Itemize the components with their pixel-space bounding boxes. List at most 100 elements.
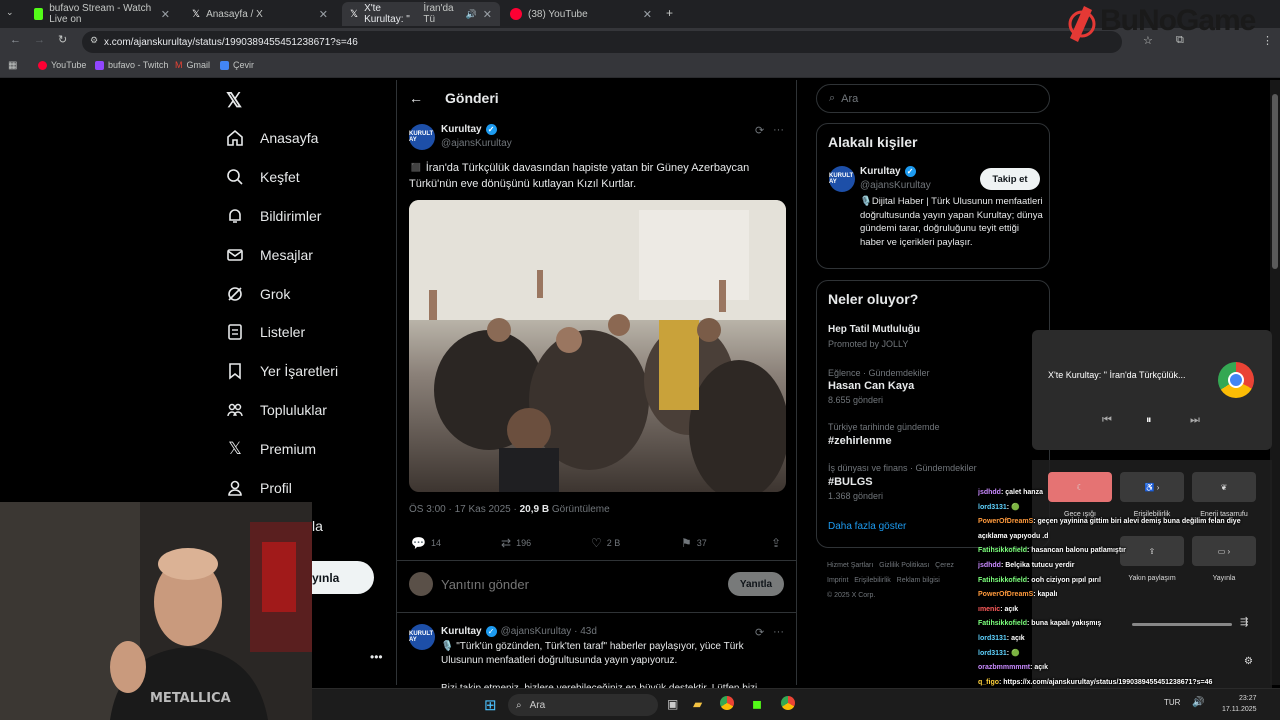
svg-text:METALLICA: METALLICA xyxy=(150,691,231,706)
chat-username[interactable]: PowerOfDreamS xyxy=(978,518,1033,525)
grok-icon[interactable]: ⟳ xyxy=(755,124,764,137)
author-handle[interactable]: @ajansKurultay xyxy=(441,138,512,149)
chat-username[interactable]: PowerOfDreamS xyxy=(978,591,1033,598)
tab-list-icon[interactable]: ⌄ xyxy=(6,7,14,18)
chrome-icon[interactable] xyxy=(781,696,795,710)
reload-icon[interactable]: ↻ xyxy=(58,33,67,46)
footer-link[interactable]: Reklam bilgisi xyxy=(897,577,940,584)
new-tab-icon[interactable]: + xyxy=(666,6,673,20)
share-icon[interactable]: ⇪ xyxy=(771,536,781,550)
tab-anasayfa[interactable]: 𝕏 Anasayfa / X ✕ xyxy=(184,2,336,26)
author-name-row[interactable]: Kurultay ✓ xyxy=(860,166,916,177)
promo-name[interactable]: Hep Tatil Mutluluğu xyxy=(828,324,920,335)
language-indicator[interactable]: TUR xyxy=(1164,698,1180,707)
chat-text: : açık xyxy=(1000,605,1019,613)
speaker-icon[interactable]: 🔊 xyxy=(466,9,477,20)
footer-link[interactable]: Hizmet Şartları xyxy=(827,562,873,569)
nav-bookmarks[interactable]: Yer İşaretleri xyxy=(226,362,338,380)
bookmark-gmail[interactable]: M Gmail xyxy=(175,60,210,70)
tab-bufavo-stream[interactable]: bufavo Stream - Watch Live on ✕ xyxy=(26,2,178,26)
avatar[interactable]: KURULT AY xyxy=(409,624,435,650)
reply-button[interactable]: Yanıtla xyxy=(728,572,784,596)
back-icon[interactable]: ← xyxy=(10,34,21,46)
back-arrow-icon[interactable]: ← xyxy=(409,90,423,106)
forward-icon[interactable]: → xyxy=(34,34,45,46)
address-bar[interactable]: ⚙ x.com/ajanskurultay/status/19903894554… xyxy=(82,31,1122,53)
bookmark-action[interactable]: ⚑ 37 xyxy=(681,536,771,550)
post-button[interactable]: yınla xyxy=(312,561,374,594)
nav-profile[interactable]: Profil xyxy=(226,479,292,497)
close-icon[interactable]: ✕ xyxy=(643,8,652,21)
heart-icon: ♡ xyxy=(591,536,602,550)
close-icon[interactable]: ✕ xyxy=(319,8,328,21)
volume-icon[interactable]: 🔊 xyxy=(1192,697,1204,708)
pause-icon[interactable]: ⏸ xyxy=(1146,414,1152,427)
tab-kurultay[interactable]: 𝕏 X'te Kurultay: " İran'da Tü 🔊 ✕ xyxy=(342,2,500,26)
post-author[interactable]: Kurultay ✓ xyxy=(441,124,497,135)
avatar-text: KURULT AY xyxy=(409,131,434,143)
nav-communities[interactable]: Topluluklar xyxy=(226,401,327,419)
chat-username[interactable]: jsdhdd xyxy=(978,562,1001,569)
footer-link[interactable]: Çerez xyxy=(935,562,954,569)
search-input[interactable]: ⌕ Ara xyxy=(816,84,1050,113)
file-explorer-icon[interactable]: ▰ xyxy=(693,697,702,711)
nav-notifications[interactable]: Bildirimler xyxy=(226,207,321,225)
account-more-icon[interactable]: ••• xyxy=(370,650,383,664)
reply-input[interactable] xyxy=(441,574,691,594)
nav-messages[interactable]: Mesajlar xyxy=(226,246,313,264)
close-icon[interactable]: ✕ xyxy=(483,8,492,21)
nav-lists[interactable]: Listeler xyxy=(226,323,305,341)
nav-premium[interactable]: 𝕏 Premium xyxy=(226,439,316,458)
avatar[interactable]: KURULT AY xyxy=(829,166,855,192)
task-view-icon[interactable]: ▣ xyxy=(667,697,678,711)
more-icon[interactable]: ··· xyxy=(773,124,784,136)
follow-button[interactable]: Takip et xyxy=(980,168,1040,190)
post-author[interactable]: Kurultay ✓ @ajansKurultay · 43d xyxy=(441,626,597,637)
site-info-icon[interactable]: ⚙ xyxy=(90,35,98,46)
windows-start-icon[interactable]: ⊞ xyxy=(484,696,497,714)
chat-username[interactable]: lord3131 xyxy=(978,635,1007,642)
nav-home[interactable]: Anasayfa xyxy=(226,129,318,147)
chat-username[interactable]: Fatihsikkofield xyxy=(978,620,1027,627)
clock[interactable]: 23:27 17.11.2025 xyxy=(1222,693,1257,715)
app-icon[interactable]: ◼ xyxy=(752,697,762,711)
grok-icon[interactable]: ⟳ xyxy=(755,626,764,639)
trend-name[interactable]: #zehirlenme xyxy=(828,435,892,447)
like-action[interactable]: ♡ 2 B xyxy=(591,536,681,550)
chat-username[interactable]: q_figo xyxy=(978,679,999,686)
previous-track-icon[interactable]: ⏮ xyxy=(1102,414,1112,427)
post-image[interactable] xyxy=(409,200,786,492)
reply-action[interactable]: 💬 14 xyxy=(411,536,501,550)
chat-username[interactable]: Fatihsikkofield xyxy=(978,577,1027,584)
footer-copyright: © 2025 X Corp. xyxy=(827,592,876,599)
trend-name[interactable]: #BULGS xyxy=(828,476,873,488)
bookmark-translate[interactable]: Çevir xyxy=(220,60,254,70)
footer-link[interactable]: Imprint xyxy=(827,577,848,584)
chat-username[interactable]: orazbmmmmmt xyxy=(978,664,1030,671)
nav-more-partial[interactable]: la xyxy=(312,518,323,534)
trend-name[interactable]: Hasan Can Kaya xyxy=(828,380,914,392)
bookmark-youtube[interactable]: YouTube xyxy=(38,60,86,70)
chat-username[interactable]: Fatihsikkofield xyxy=(978,547,1027,554)
chat-username[interactable]: ımenic xyxy=(978,606,1000,613)
x-logo-icon[interactable]: 𝕏 xyxy=(226,88,242,113)
avatar[interactable]: KURULT AY xyxy=(409,124,435,150)
footer-link[interactable]: Gizlilik Politikası xyxy=(879,562,929,569)
nav-grok[interactable]: Grok xyxy=(226,285,290,303)
chat-username[interactable]: jsdhdd xyxy=(978,489,1001,496)
taskbar-search[interactable]: ⌕ Ara xyxy=(508,694,658,716)
repost-action[interactable]: ⇄ 196 xyxy=(501,536,591,550)
next-track-icon[interactable]: ⏭ xyxy=(1190,414,1200,427)
footer-link[interactable]: Erişilebilirlik xyxy=(854,577,891,584)
tab-youtube[interactable]: (38) YouTube ✕ xyxy=(502,2,660,26)
chat-username[interactable]: lord3131 xyxy=(978,504,1007,511)
bookmark-twitch[interactable]: bufavo - Twitch xyxy=(95,60,168,70)
apps-icon[interactable]: ▦ xyxy=(8,60,17,71)
more-icon[interactable]: ··· xyxy=(773,626,784,638)
show-more-link[interactable]: Daha fazla göster xyxy=(828,521,906,532)
scrollbar-thumb[interactable] xyxy=(1272,94,1278,269)
chat-username[interactable]: lord3131 xyxy=(978,650,1007,657)
chrome-icon[interactable] xyxy=(720,696,734,710)
close-icon[interactable]: ✕ xyxy=(161,8,170,21)
nav-explore[interactable]: Keşfet xyxy=(226,168,300,186)
